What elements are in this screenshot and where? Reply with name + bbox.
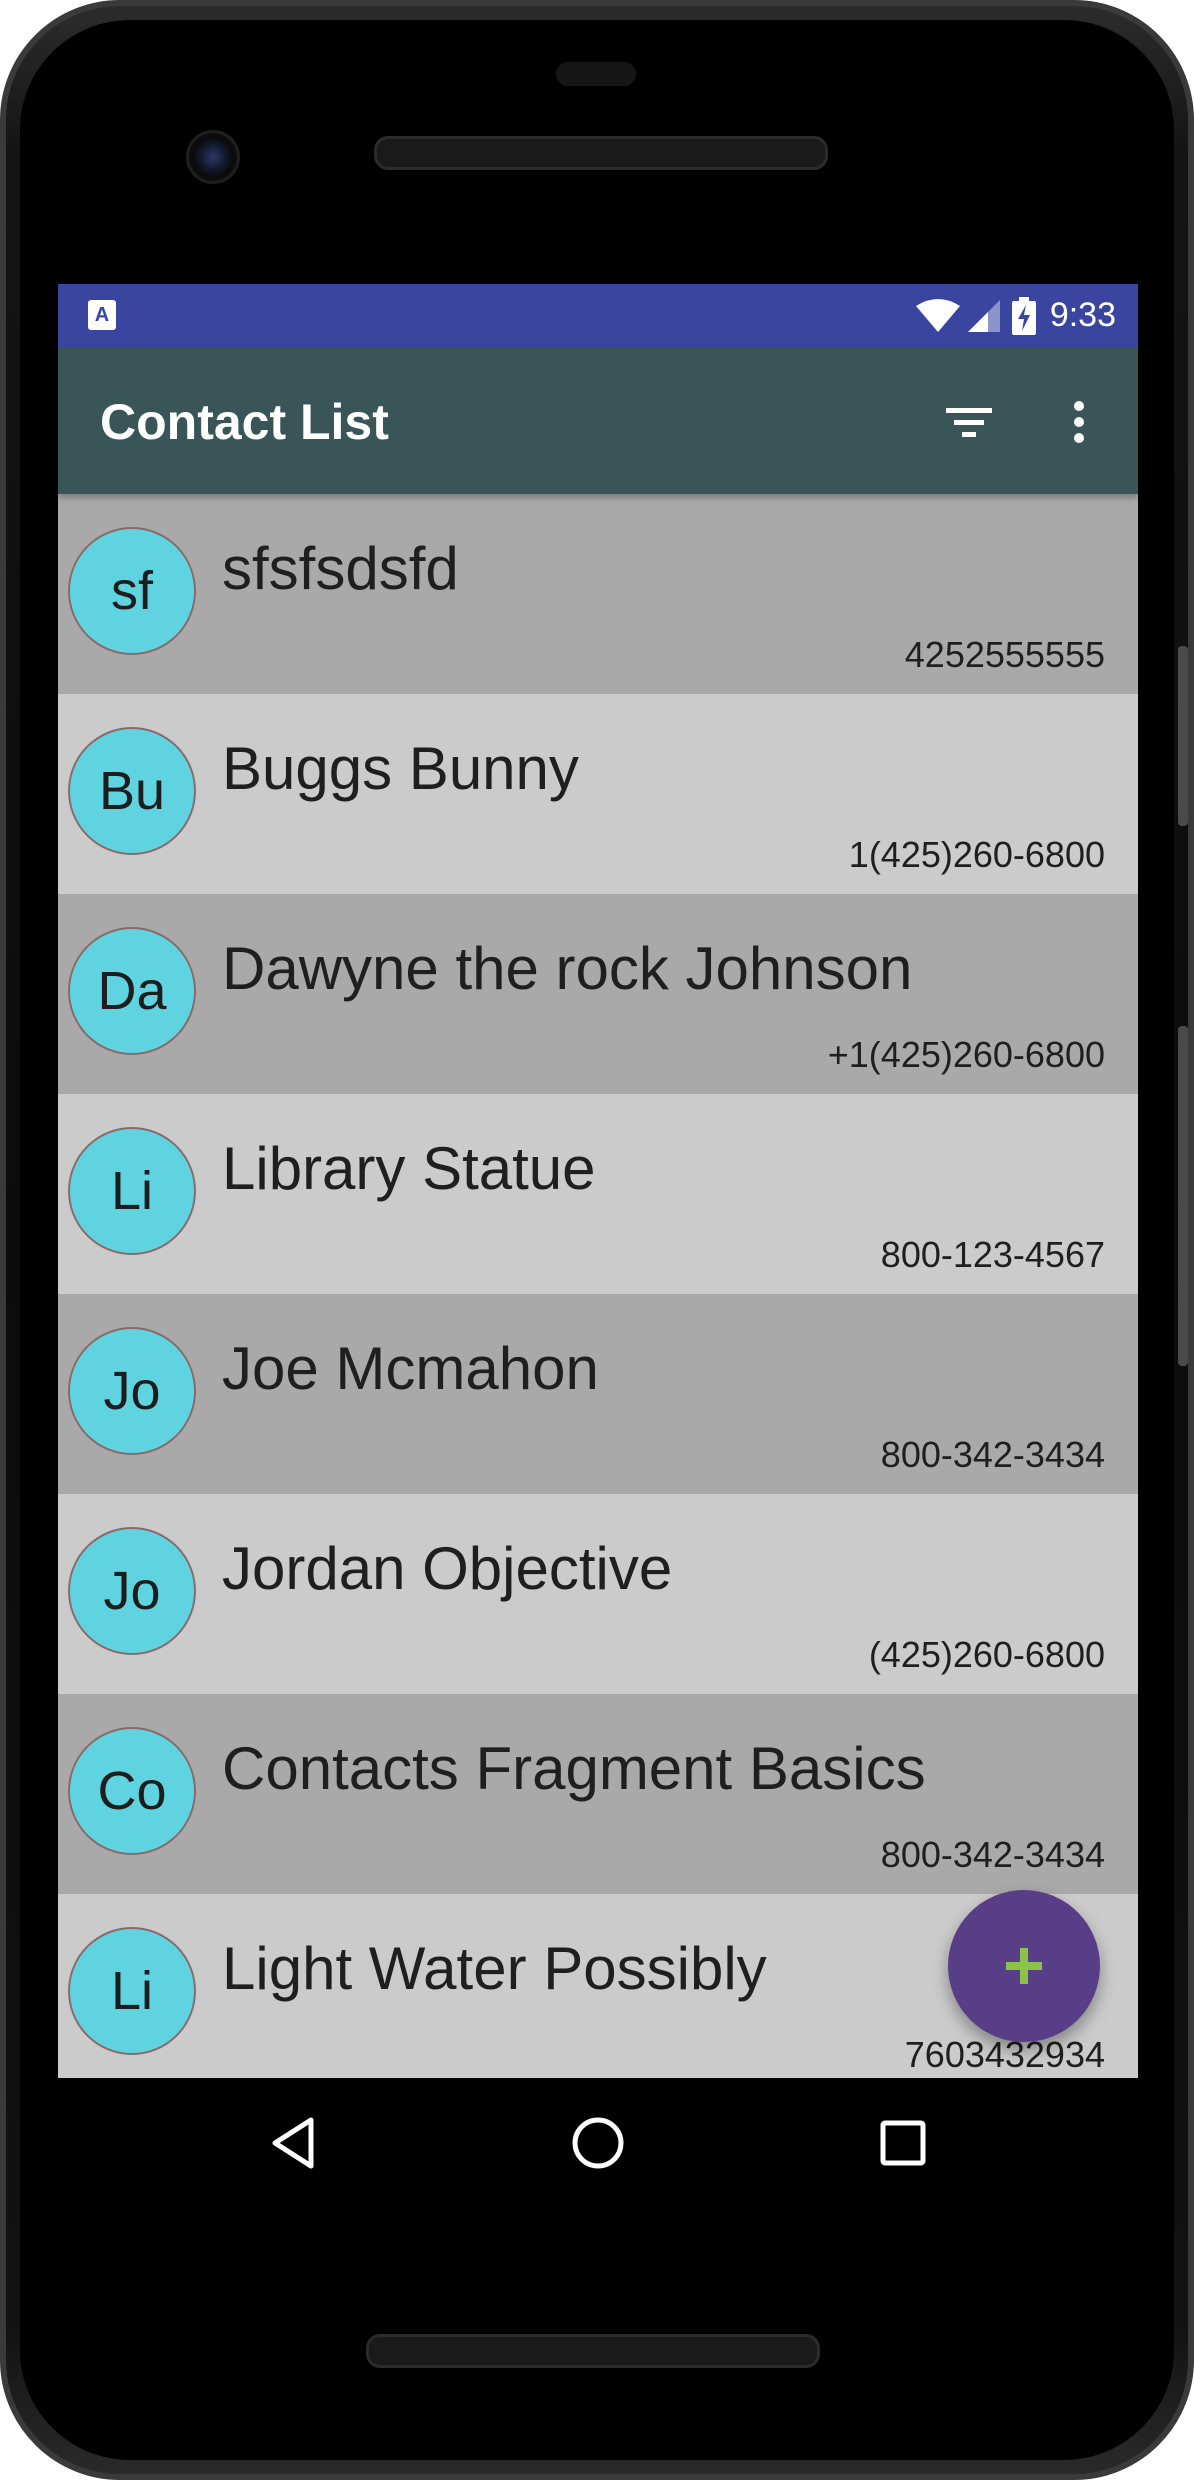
contact-name: Joe Mcmahon xyxy=(222,1335,599,1402)
more-vert-icon xyxy=(1074,401,1084,443)
top-speaker-grille xyxy=(374,136,828,170)
contact-phone: 4252555555 xyxy=(904,634,1105,675)
list-item[interactable]: Co Contacts Fragment Basics 800-342-3434 xyxy=(58,1694,1138,1894)
contact-name: Library Statue xyxy=(222,1135,596,1202)
contact-phone: 800-123-4567 xyxy=(880,1234,1105,1275)
power-button xyxy=(1178,646,1188,826)
avatar: Da xyxy=(68,927,196,1055)
contact-phone: 7603432934 xyxy=(904,2034,1105,2075)
avatar: Bu xyxy=(68,727,196,855)
list-item[interactable]: Jo Joe Mcmahon 800-342-3434 xyxy=(58,1294,1138,1494)
list-item[interactable]: Da Dawyne the rock Johnson +1(425)260-68… xyxy=(58,894,1138,1094)
list-item[interactable]: Bu Buggs Bunny 1(425)260-6800 xyxy=(58,694,1138,894)
list-item[interactable]: Jo Jordan Objective (425)260-6800 xyxy=(58,1494,1138,1694)
avatar: Li xyxy=(68,1927,196,2055)
recents-button[interactable] xyxy=(858,2098,948,2188)
contact-phone: (425)260-6800 xyxy=(868,1634,1105,1675)
avatar: Jo xyxy=(68,1327,196,1455)
avatar: Li xyxy=(68,1127,196,1255)
contact-phone: +1(425)260-6800 xyxy=(827,1034,1105,1075)
contact-phone: 800-342-3434 xyxy=(880,1434,1105,1475)
contact-name: Dawyne the rock Johnson xyxy=(222,935,913,1002)
avatar: Co xyxy=(68,1727,196,1855)
contact-name: Jordan Objective xyxy=(222,1535,673,1602)
page-title: Contact List xyxy=(100,394,389,450)
app-toolbar: Contact List xyxy=(58,347,1138,494)
avatar: Jo xyxy=(68,1527,196,1655)
add-contact-button[interactable] xyxy=(948,1890,1100,2042)
contact-phone: 1(425)260-6800 xyxy=(848,834,1105,875)
list-item[interactable]: sf sfsfsdsfd 4252555555 xyxy=(58,494,1138,694)
contact-list: sf sfsfsdsfd 4252555555 Bu Buggs Bunny 1… xyxy=(58,494,1138,2078)
navigation-bar xyxy=(58,2078,1138,2208)
more-options-button[interactable] xyxy=(1044,387,1114,457)
back-button[interactable] xyxy=(248,2098,338,2188)
list-item[interactable]: Li Library Statue 800-123-4567 xyxy=(58,1094,1138,1294)
plus-icon xyxy=(1006,1948,1042,1984)
app-notification-icon: A xyxy=(88,300,116,330)
screen: A 9:33 Contact List sf sfsfsdsfd 4252555… xyxy=(58,284,1138,2078)
back-icon xyxy=(272,2117,314,2169)
contact-name: Buggs Bunny xyxy=(222,735,579,802)
front-camera-icon xyxy=(186,130,240,184)
home-icon xyxy=(572,2117,624,2169)
avatar: sf xyxy=(68,527,196,655)
proximity-sensor xyxy=(556,62,636,86)
wifi-icon xyxy=(914,298,962,334)
home-button[interactable] xyxy=(553,2098,643,2188)
contact-name: sfsfsdsfd xyxy=(222,535,459,602)
cell-signal-icon xyxy=(966,298,1002,334)
contact-phone: 800-342-3434 xyxy=(880,1834,1105,1875)
status-bar: A 9:33 xyxy=(58,284,1138,347)
status-icons: 9:33 xyxy=(914,284,1116,347)
status-time: 9:33 xyxy=(1049,296,1116,334)
bottom-speaker-grille xyxy=(366,2334,820,2368)
filter-icon xyxy=(946,408,992,437)
contact-name: Light Water Possibly xyxy=(222,1935,767,2002)
recents-icon xyxy=(880,2120,926,2166)
contact-name: Contacts Fragment Basics xyxy=(222,1735,926,1802)
filter-button[interactable] xyxy=(934,387,1004,457)
battery-charging-icon xyxy=(1011,296,1036,335)
volume-button xyxy=(1178,1026,1188,1366)
phone-frame: A 9:33 Contact List sf sfsfsdsfd 4252555… xyxy=(0,0,1194,2480)
